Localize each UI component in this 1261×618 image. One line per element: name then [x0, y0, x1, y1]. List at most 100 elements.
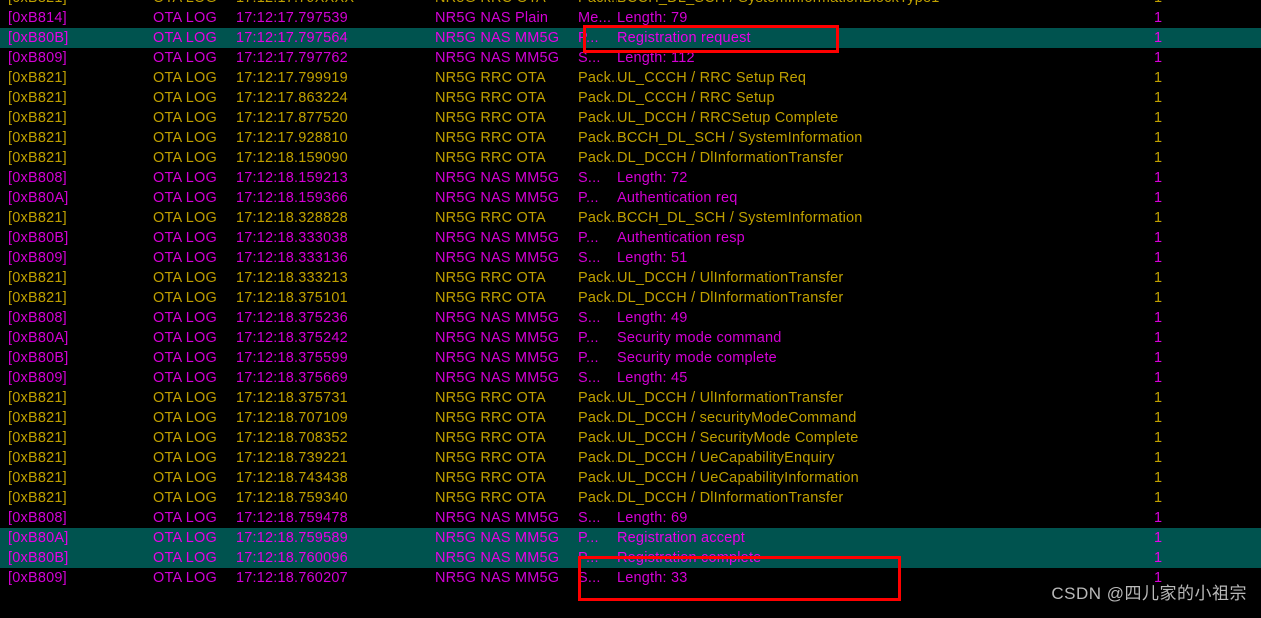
log-row-message: BCCH_DL_SCH / SystemInformation	[617, 210, 863, 226]
log-row-id: [0xB821]	[8, 290, 67, 306]
log-row-protocol: NR5G NAS Plain	[435, 10, 549, 26]
log-row-id: [0xB814]	[8, 10, 67, 26]
log-row-id: [0xB809]	[8, 50, 67, 66]
log-row-subtype: Pack...	[578, 150, 617, 166]
table-row[interactable]: [0xB80B] OTA LOG 17:12:18.333038 NR5G NAS M…	[0, 228, 1261, 248]
ota-log-table[interactable]: [0xB821]OTA LOG17:12:17.79XXXXNR5G RRC O…	[0, 0, 1261, 588]
log-row-protocol: NR5G RRC OTA	[435, 490, 546, 506]
table-row[interactable]: [0xB821] OTA LOG 17:12:17.877520 NR5G RRC O…	[0, 108, 1261, 128]
log-row-type: OTA LOG	[153, 290, 217, 306]
table-row[interactable]: [0xB821]OTA LOG17:12:17.79XXXXNR5G RRC O…	[0, 0, 1261, 8]
log-row-type: OTA LOG	[153, 30, 217, 46]
table-row[interactable]: [0xB821] OTA LOG 17:12:18.333213 NR5G RRC O…	[0, 268, 1261, 288]
log-row-id: [0xB821]	[8, 210, 67, 226]
ota-log-viewer-window: [0xB821]OTA LOG17:12:17.79XXXXNR5G RRC O…	[0, 0, 1261, 618]
log-row-id: [0xB808]	[8, 310, 67, 326]
log-row-count: 1	[1154, 50, 1163, 66]
table-row[interactable]: [0xB809] OTA LOG 17:12:18.333136 NR5G NAS M…	[0, 248, 1261, 268]
table-row[interactable]: [0xB821] OTA LOG 17:12:18.159090 NR5G RRC O…	[0, 148, 1261, 168]
log-row-count: 1	[1154, 550, 1163, 566]
log-row-timestamp: 17:12:18.759340	[236, 490, 348, 506]
log-row-type: OTA LOG	[153, 530, 217, 546]
log-row-type: OTA LOG	[153, 470, 217, 486]
log-row-id: [0xB821]	[8, 490, 67, 506]
table-row[interactable]: [0xB808] OTA LOG 17:12:18.159213 NR5G NAS M…	[0, 168, 1261, 188]
log-row-id: [0xB821]	[8, 270, 67, 286]
log-row-type: OTA LOG	[153, 50, 217, 66]
log-row-protocol: NR5G RRC OTA	[435, 70, 546, 86]
log-row-protocol: NR5G RRC OTA	[435, 90, 546, 106]
log-row-id: [0xB821]	[8, 450, 67, 466]
log-row-count: 1	[1154, 230, 1163, 246]
table-row[interactable]: [0xB80B] OTA LOG 17:12:17.797564 NR5G NAS M…	[0, 28, 1261, 48]
table-row[interactable]: [0xB821] OTA LOG 17:12:18.708352 NR5G RRC O…	[0, 428, 1261, 448]
log-row-id: [0xB809]	[8, 570, 67, 586]
log-row-subtype: Pack...	[578, 130, 617, 146]
table-row[interactable]: [0xB809] OTA LOG 17:12:18.375669 NR5G NAS M…	[0, 368, 1261, 388]
table-row[interactable]: [0xB821] OTA LOG 17:12:17.928810 NR5G RRC O…	[0, 128, 1261, 148]
table-row[interactable]: [0xB814] OTA LOG 17:12:17.797539 NR5G NAS P…	[0, 8, 1261, 28]
table-row[interactable]: [0xB821] OTA LOG 17:12:18.743438 NR5G RRC O…	[0, 468, 1261, 488]
log-row-message: Length: 45	[617, 370, 688, 386]
table-row[interactable]: [0xB808] OTA LOG 17:12:18.375236 NR5G NAS M…	[0, 308, 1261, 328]
log-row-message: Length: 69	[617, 510, 688, 526]
log-row-subtype: P...	[578, 190, 599, 206]
csdn-watermark: CSDN @四儿家的小祖宗	[1051, 584, 1247, 603]
table-row[interactable]: [0xB808] OTA LOG 17:12:18.759478 NR5G NAS M…	[0, 508, 1261, 528]
log-row-subtype: P...	[578, 330, 599, 346]
log-row-protocol: NR5G NAS MM5G	[435, 30, 560, 46]
log-row-timestamp: 17:12:17.797762	[236, 50, 348, 66]
table-row[interactable]: [0xB821] OTA LOG 17:12:17.799919 NR5G RRC O…	[0, 68, 1261, 88]
log-row-protocol: NR5G NAS MM5G	[435, 330, 560, 346]
log-row-type: OTA LOG	[153, 310, 217, 326]
log-row-timestamp: 17:12:17.877520	[236, 110, 348, 126]
log-row-subtype: S...	[578, 250, 601, 266]
table-row[interactable]: [0xB821] OTA LOG 17:12:18.375101 NR5G RRC O…	[0, 288, 1261, 308]
log-row-subtype: P...	[578, 550, 599, 566]
log-row-subtype: S...	[578, 50, 601, 66]
log-row-count: 1	[1154, 410, 1163, 426]
log-row-message: BCCH_DL_SCH / SystemInformationBlockType…	[617, 0, 1154, 8]
log-row-timestamp: 17:12:18.760096	[236, 550, 348, 566]
log-row-protocol: NR5G RRC OTA	[435, 470, 546, 486]
table-row[interactable]: [0xB80A] OTA LOG 17:12:18.375242 NR5G NAS M…	[0, 328, 1261, 348]
log-row-protocol: NR5G RRC OTA	[435, 0, 578, 8]
table-row[interactable]: [0xB80A] OTA LOG 17:12:18.159366 NR5G NAS M…	[0, 188, 1261, 208]
log-row-timestamp: 17:12:18.759478	[236, 510, 348, 526]
log-row-id: [0xB821]	[8, 110, 67, 126]
log-row-message: DL_DCCH / DlInformationTransfer	[617, 150, 844, 166]
log-row-timestamp: 17:12:18.333136	[236, 250, 348, 266]
log-row-count: 1	[1154, 510, 1163, 526]
table-row[interactable]: [0xB80B] OTA LOG 17:12:18.375599 NR5G NAS M…	[0, 348, 1261, 368]
log-row-id: [0xB821]	[8, 130, 67, 146]
table-row[interactable]: [0xB821] OTA LOG 17:12:18.707109 NR5G RRC O…	[0, 408, 1261, 428]
table-row[interactable]: [0xB821] OTA LOG 17:12:17.863224 NR5G RRC O…	[0, 88, 1261, 108]
table-row[interactable]: [0xB821] OTA LOG 17:12:18.739221 NR5G RRC O…	[0, 448, 1261, 468]
log-row-count: 1	[1154, 330, 1163, 346]
log-row-subtype: Pack...	[578, 290, 617, 306]
table-row[interactable]: [0xB821] OTA LOG 17:12:18.328828 NR5G RRC O…	[0, 208, 1261, 228]
log-row-protocol: NR5G RRC OTA	[435, 450, 546, 466]
log-row-type: OTA LOG	[153, 370, 217, 386]
log-row-message: Registration request	[617, 30, 751, 46]
log-row-message: DL_CCCH / RRC Setup	[617, 90, 775, 106]
log-row-message: UL_DCCH / UeCapabilityInformation	[617, 470, 859, 486]
log-row-timestamp: 17:12:17.799919	[236, 70, 348, 86]
table-row[interactable]: [0xB80B] OTA LOG 17:12:18.760096 NR5G NAS M…	[0, 548, 1261, 568]
table-row[interactable]: [0xB821] OTA LOG 17:12:18.375731 NR5G RRC O…	[0, 388, 1261, 408]
log-row-id: [0xB821]	[8, 150, 67, 166]
log-row-timestamp: 17:12:18.760207	[236, 570, 348, 586]
log-row-type: OTA LOG	[153, 570, 217, 586]
table-row[interactable]: [0xB821] OTA LOG 17:12:18.759340 NR5G RRC O…	[0, 488, 1261, 508]
log-row-type: OTA LOG	[153, 10, 217, 26]
log-row-type: OTA LOG	[153, 270, 217, 286]
table-row[interactable]: [0xB809] OTA LOG 17:12:17.797762 NR5G NAS M…	[0, 48, 1261, 68]
ota-log-table-body[interactable]: [0xB821]OTA LOG17:12:17.79XXXXNR5G RRC O…	[0, 0, 1261, 588]
table-row[interactable]: [0xB80A] OTA LOG 17:12:18.759589 NR5G NAS M…	[0, 528, 1261, 548]
log-row-type: OTA LOG	[153, 70, 217, 86]
log-row-protocol: NR5G NAS MM5G	[435, 570, 560, 586]
log-row-message: DL_DCCH / securityModeCommand	[617, 410, 857, 426]
log-row-timestamp: 17:12:18.333213	[236, 270, 348, 286]
log-row-timestamp: 17:12:18.375731	[236, 390, 348, 406]
log-row-type: OTA LOG	[153, 430, 217, 446]
